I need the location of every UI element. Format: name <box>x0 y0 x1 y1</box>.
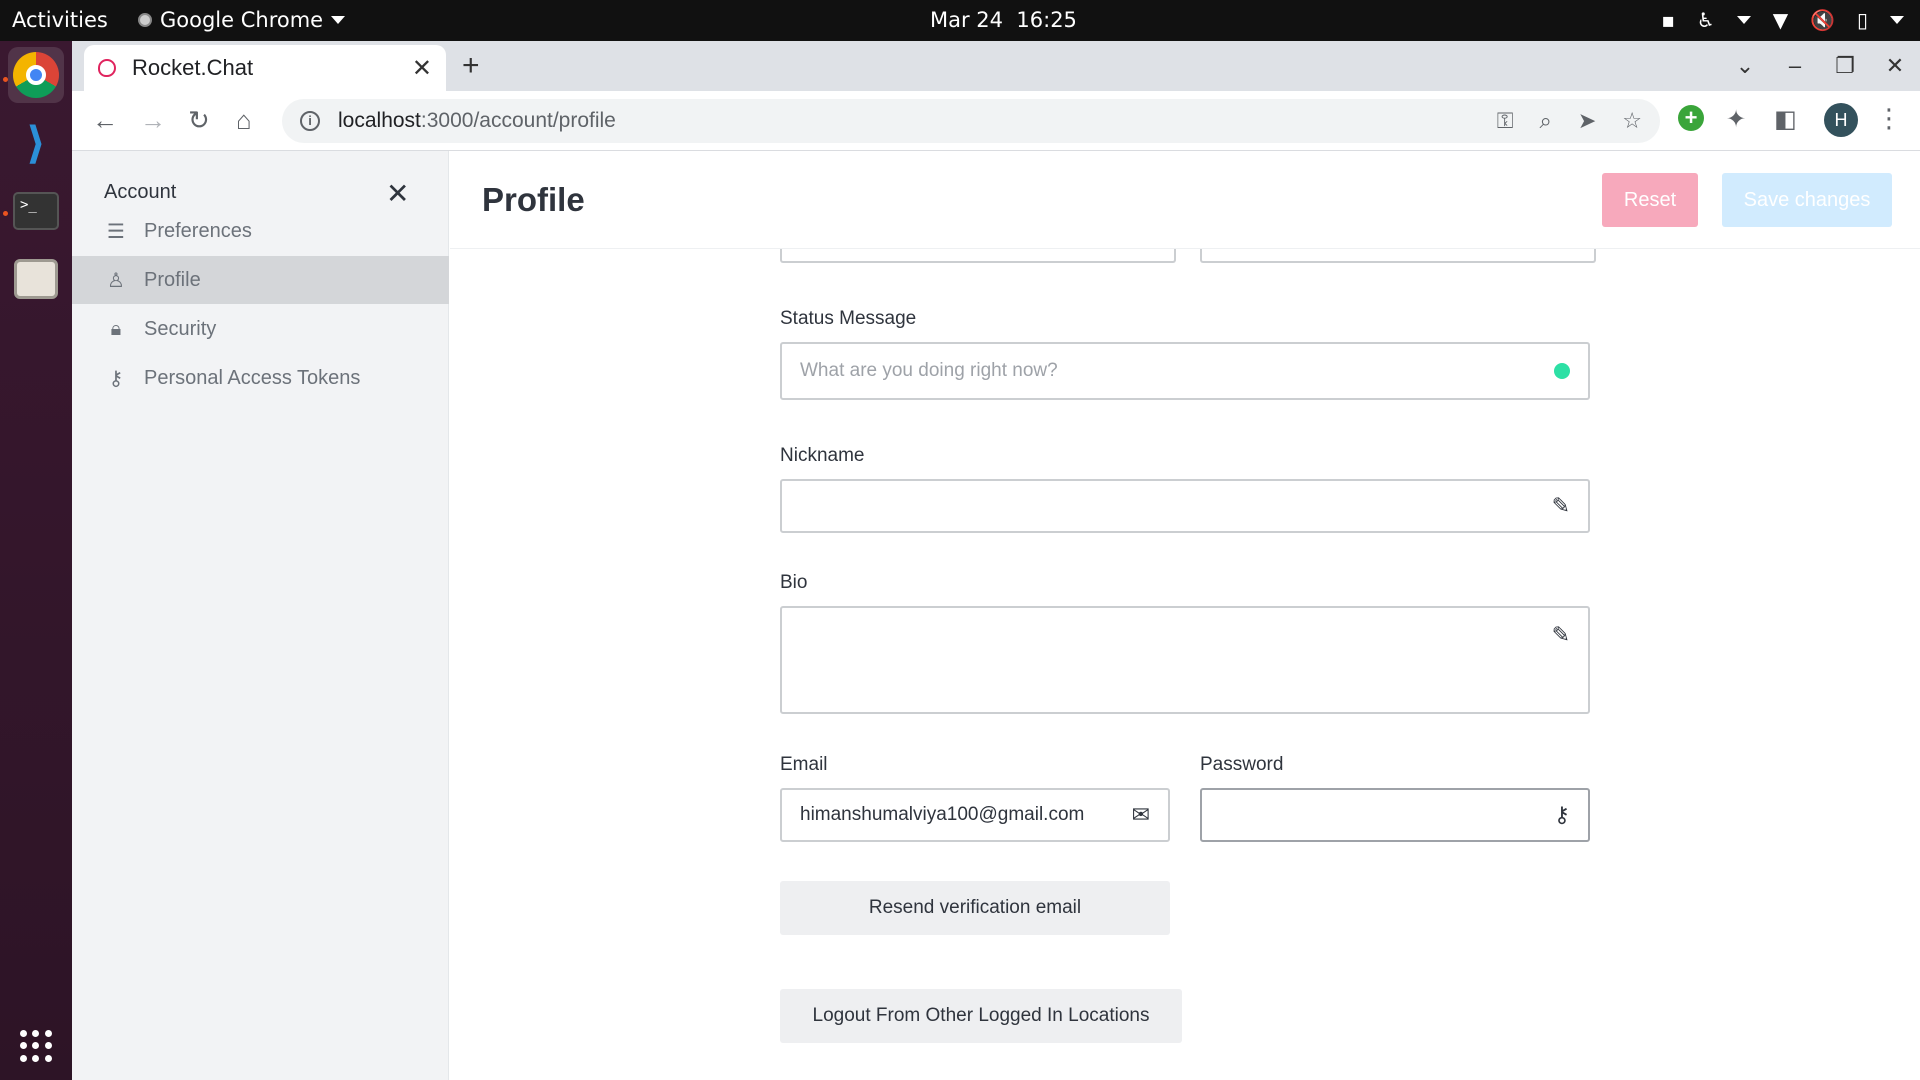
browser-toolbar: ← → ↻ ⌂ i localhost:3000/account/profile… <box>72 91 1920 151</box>
app-menu[interactable]: Google Chrome <box>138 8 346 32</box>
profile-avatar[interactable]: H <box>1824 103 1858 137</box>
resend-verification-button[interactable]: Resend verification email <box>780 881 1170 935</box>
clock-time: 16:25 <box>1016 8 1077 32</box>
dock-chrome[interactable] <box>8 47 64 103</box>
chevron-down-icon <box>1890 16 1904 24</box>
page-title: Profile <box>482 181 585 218</box>
field-partial[interactable] <box>1200 249 1596 263</box>
rocketchat-page: Account ✕ ☰ Preferences ♙ Profile 🔒︎ Sec… <box>72 151 1920 1080</box>
volume-muted-icon: 🔇 <box>1810 8 1835 32</box>
window-controls: ⌄ – ❐ ✕ <box>1720 41 1920 91</box>
key-icon: ⚷ <box>108 367 124 390</box>
app-menu-label: Google Chrome <box>160 8 324 32</box>
sidebar-item-preferences[interactable]: ☰ Preferences <box>72 207 449 255</box>
close-sidebar-icon[interactable]: ✕ <box>386 177 409 210</box>
sidebar-title: Account <box>104 181 177 203</box>
battery-icon: ▯ <box>1856 8 1868 32</box>
sidebar-item-personal-access-tokens[interactable]: ⚷ Personal Access Tokens <box>72 354 449 402</box>
new-tab-button[interactable]: + <box>462 49 480 83</box>
status-message-label: Status Message <box>780 308 917 329</box>
url-text[interactable]: localhost:3000/account/profile <box>338 109 1497 133</box>
sidebar-item-label: Security <box>144 317 217 340</box>
extension-plus-icon[interactable]: + <box>1678 105 1704 131</box>
minimize-icon[interactable]: – <box>1770 53 1820 79</box>
content-header: Profile Reset Save changes <box>450 151 1920 249</box>
show-apps-icon[interactable] <box>20 1030 52 1062</box>
pencil-icon: ✎ <box>1551 622 1570 647</box>
wifi-icon: ▼ <box>1772 8 1789 32</box>
sidebar-item-label: Preferences <box>144 219 252 242</box>
restore-icon[interactable]: ❐ <box>1820 53 1870 79</box>
nickname-label: Nickname <box>780 445 865 466</box>
field-partial[interactable] <box>780 249 1176 263</box>
clock[interactable]: Mar 24 16:25 <box>930 8 1077 32</box>
chrome-small-icon <box>138 13 152 27</box>
lock-icon: 🔒︎ <box>110 317 122 340</box>
browser-window: Rocket.Chat ✕ + ⌄ – ❐ ✕ ← → ↻ ⌂ i localh… <box>72 41 1920 1080</box>
bio-label: Bio <box>780 572 808 593</box>
extensions-puzzle-icon[interactable]: ✦ <box>1726 105 1746 134</box>
zoom-icon[interactable]: ⌕ <box>1540 108 1552 134</box>
password-input[interactable]: ⚷ <box>1200 788 1590 842</box>
system-top-bar: Activities Google Chrome Mar 24 16:25 ▪ … <box>0 0 1920 41</box>
tab-strip: Rocket.Chat ✕ + ⌄ – ❐ ✕ <box>72 41 1920 91</box>
reload-icon[interactable]: ↻ <box>188 105 210 136</box>
home-icon[interactable]: ⌂ <box>236 105 252 136</box>
chrome-icon <box>13 52 59 98</box>
files-icon <box>14 259 58 299</box>
chevron-down-icon <box>331 16 346 24</box>
status-online-icon[interactable] <box>1554 363 1570 379</box>
status-message-input[interactable]: What are you doing right now? <box>780 342 1590 400</box>
mail-icon: ✉ <box>1131 802 1150 827</box>
key-icon: ⚷ <box>1553 802 1570 827</box>
dock: ⟩ >_ <box>0 41 72 1080</box>
sidebar-item-profile[interactable]: ♙ Profile <box>72 256 449 304</box>
system-tray[interactable]: ▪ ♿ ▼ 🔇 ▯ <box>1661 8 1904 32</box>
user-icon: ♙ <box>107 269 125 292</box>
indicator-icon: ▪ <box>1661 8 1675 32</box>
close-window-icon[interactable]: ✕ <box>1870 53 1920 79</box>
clock-date: Mar 24 <box>930 8 1004 32</box>
pencil-icon: ✎ <box>1551 493 1570 518</box>
tab-search-icon[interactable]: ⌄ <box>1720 53 1770 79</box>
reset-button[interactable]: Reset <box>1602 173 1698 227</box>
address-bar[interactable]: i localhost:3000/account/profile ⚿ ⌕ ➤ ☆ <box>282 99 1660 143</box>
profile-content: Profile Reset Save changes Status Messag… <box>450 151 1920 1080</box>
bio-textarea[interactable]: ✎ <box>780 606 1590 714</box>
rocketchat-favicon-icon <box>98 59 116 77</box>
sidebar-item-security[interactable]: 🔒︎ Security <box>72 305 449 353</box>
email-label: Email <box>780 754 828 775</box>
dock-files[interactable] <box>8 251 64 307</box>
bookmark-star-icon[interactable]: ☆ <box>1622 108 1642 134</box>
logout-other-locations-button[interactable]: Logout From Other Logged In Locations <box>780 989 1182 1043</box>
browser-tab[interactable]: Rocket.Chat ✕ <box>84 45 446 91</box>
chevron-down-icon <box>1736 16 1751 24</box>
dock-vscode[interactable]: ⟩ <box>8 115 64 171</box>
account-sidebar: Account ✕ ☰ Preferences ♙ Profile 🔒︎ Sec… <box>72 151 449 1080</box>
email-value: himanshumalviya100@gmail.com <box>800 804 1085 825</box>
status-message-placeholder: What are you doing right now? <box>800 360 1058 381</box>
sidebar-item-label: Personal Access Tokens <box>144 366 361 389</box>
email-input[interactable]: himanshumalviya100@gmail.com ✉ <box>780 788 1170 842</box>
save-changes-button[interactable]: Save changes <box>1722 173 1892 227</box>
key-icon[interactable]: ⚿ <box>1497 108 1514 134</box>
sidebar-item-label: Profile <box>144 268 201 291</box>
tab-title: Rocket.Chat <box>132 55 254 80</box>
nickname-input[interactable]: ✎ <box>780 479 1590 533</box>
forward-icon[interactable]: → <box>140 105 166 136</box>
close-tab-icon[interactable]: ✕ <box>412 54 432 83</box>
more-menu-icon[interactable]: ⋮ <box>1876 103 1902 134</box>
sliders-icon: ☰ <box>107 220 125 243</box>
activities-button[interactable]: Activities <box>12 8 108 32</box>
accessibility-icon[interactable]: ♿ <box>1697 8 1715 32</box>
terminal-icon: >_ <box>13 192 59 230</box>
password-label: Password <box>1200 754 1284 775</box>
dock-terminal[interactable]: >_ <box>8 183 64 239</box>
site-info-icon[interactable]: i <box>300 111 320 131</box>
vscode-icon: ⟩ <box>25 118 47 168</box>
send-icon[interactable]: ➤ <box>1578 108 1596 134</box>
back-icon[interactable]: ← <box>92 105 118 136</box>
side-panel-icon[interactable]: ◧ <box>1774 105 1797 134</box>
